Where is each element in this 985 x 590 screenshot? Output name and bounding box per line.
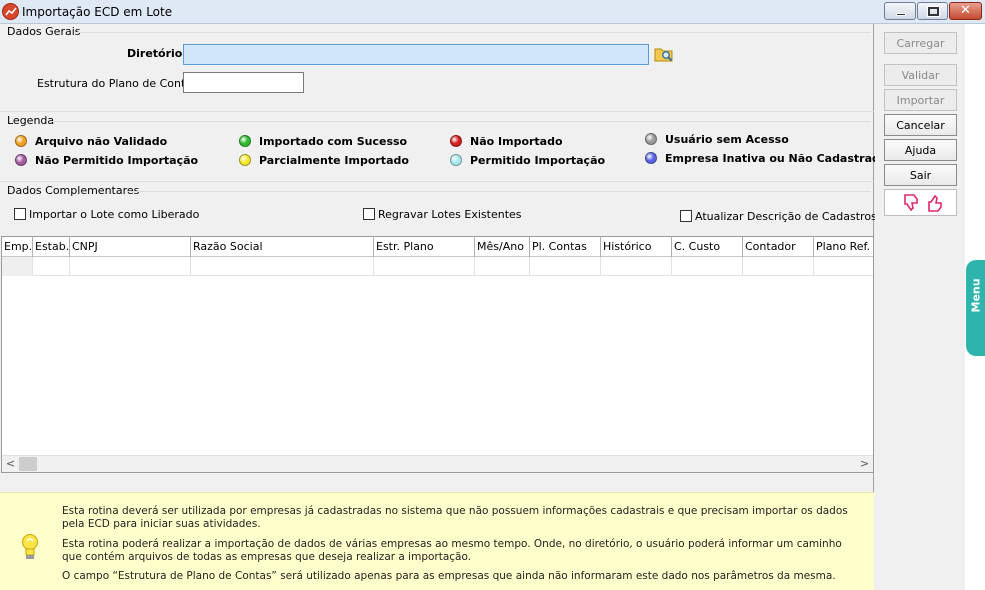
horizontal-scrollbar[interactable]: < >	[2, 455, 873, 472]
minimize-button[interactable]	[884, 2, 916, 20]
table-cell[interactable]	[814, 257, 873, 276]
column-header[interactable]: Plano Ref.	[814, 237, 873, 257]
divider	[52, 121, 871, 122]
column-header[interactable]: Estr. Plano	[374, 237, 475, 257]
title-bar: Importação ECD em Lote ✕	[0, 0, 985, 24]
status-dot-icon	[645, 133, 657, 145]
section-dados-gerais: Dados Gerais	[7, 25, 81, 38]
action-sidebar: Carregar Validar Importar Cancelar Ajuda…	[875, 24, 965, 590]
status-dot-icon	[450, 135, 462, 147]
feedback-panel	[884, 189, 957, 216]
diretorio-label: Diretório	[127, 47, 183, 60]
checkbox-regravar-lotes[interactable]: Regravar Lotes Existentes	[363, 208, 522, 221]
ajuda-button[interactable]: Ajuda	[884, 139, 957, 161]
legend-item: Importado com Sucesso	[239, 135, 407, 148]
scroll-right-icon[interactable]: >	[856, 456, 873, 472]
cancelar-button[interactable]: Cancelar	[884, 114, 957, 136]
table-cell[interactable]	[672, 257, 743, 276]
status-dot-icon	[239, 154, 251, 166]
column-header[interactable]: C. Custo	[672, 237, 743, 257]
grid-header: Emp. Estab. CNPJ Razão Social Estr. Plan…	[2, 237, 873, 257]
checkbox-icon[interactable]	[14, 208, 26, 220]
table-cell[interactable]	[191, 257, 374, 276]
row-indicator[interactable]	[2, 257, 33, 276]
scroll-thumb[interactable]	[19, 457, 37, 471]
carregar-button[interactable]: Carregar	[884, 32, 957, 54]
divider	[0, 111, 874, 112]
info-panel: Esta rotina deverá ser utilizada por emp…	[0, 492, 874, 590]
legend-item: Arquivo não Validado	[15, 135, 167, 148]
checkbox-atualizar-descricao[interactable]: Atualizar Descrição de Cadastros	[680, 210, 877, 223]
lotes-grid[interactable]: Emp. Estab. CNPJ Razão Social Estr. Plan…	[1, 236, 874, 473]
status-dot-icon	[450, 154, 462, 166]
info-text: Esta rotina poderá realizar a importação…	[62, 538, 842, 563]
lightbulb-icon	[22, 534, 38, 559]
checkbox-icon[interactable]	[680, 210, 692, 222]
table-cell[interactable]	[743, 257, 814, 276]
importar-button[interactable]: Importar	[884, 89, 957, 111]
main-panel: Dados Gerais Diretório Estrutura do Plan…	[0, 24, 887, 590]
app-logo-icon	[2, 3, 19, 20]
diretorio-input[interactable]	[183, 44, 649, 65]
column-header[interactable]: Emp.	[2, 237, 33, 257]
column-header[interactable]: Razão Social	[191, 237, 374, 257]
info-text: Esta rotina deverá ser utilizada por emp…	[62, 505, 848, 530]
menu-tab-label: Menu	[969, 278, 983, 313]
section-dados-complementares: Dados Complementares	[7, 184, 140, 197]
table-cell[interactable]	[530, 257, 601, 276]
status-dot-icon	[15, 154, 27, 166]
close-icon: ✕	[960, 3, 971, 18]
legend-item: Permitido Importação	[450, 154, 605, 167]
legend-item: Não Permitido Importação	[15, 154, 198, 167]
maximize-icon	[927, 6, 940, 17]
minimize-icon	[896, 13, 906, 16]
validar-button[interactable]: Validar	[884, 64, 957, 86]
close-button[interactable]: ✕	[949, 2, 982, 20]
divider	[75, 32, 871, 33]
estrutura-label: Estrutura do Plano de Contas	[37, 77, 198, 90]
column-header[interactable]: Histórico	[601, 237, 672, 257]
window-title: Importação ECD em Lote	[22, 5, 173, 19]
info-text: O campo “Estrutura de Plano de Contas” s…	[62, 570, 836, 582]
table-cell[interactable]	[70, 257, 191, 276]
divider	[0, 181, 874, 182]
checkbox-icon[interactable]	[363, 208, 375, 220]
column-header[interactable]: Pl. Contas	[530, 237, 601, 257]
menu-tab[interactable]: Menu	[966, 260, 985, 356]
thumbs-up-icon[interactable]	[927, 193, 947, 213]
divider	[127, 191, 871, 192]
folder-browse-icon[interactable]	[654, 45, 674, 63]
status-dot-icon	[645, 152, 657, 164]
column-header[interactable]: CNPJ	[70, 237, 191, 257]
maximize-button[interactable]	[917, 2, 948, 20]
scroll-left-icon[interactable]: <	[2, 456, 19, 472]
column-header[interactable]: Contador	[743, 237, 814, 257]
legend-item: Parcialmente Importado	[239, 154, 409, 167]
thumbs-down-icon[interactable]	[903, 193, 923, 213]
table-cell[interactable]	[374, 257, 475, 276]
legend-item: Empresa Inativa ou Não Cadastrada	[645, 152, 887, 165]
column-header[interactable]: Mês/Ano	[475, 237, 530, 257]
status-dot-icon	[239, 135, 251, 147]
table-cell[interactable]	[475, 257, 530, 276]
table-cell[interactable]	[601, 257, 672, 276]
table-row[interactable]	[2, 257, 873, 276]
legend-item: Usuário sem Acesso	[645, 133, 789, 146]
legend-item: Não Importado	[450, 135, 563, 148]
sair-button[interactable]: Sair	[884, 164, 957, 186]
status-dot-icon	[15, 135, 27, 147]
column-header[interactable]: Estab.	[33, 237, 70, 257]
checkbox-importar-liberado[interactable]: Importar o Lote como Liberado	[14, 208, 199, 221]
estrutura-plano-input[interactable]	[183, 72, 304, 93]
table-cell[interactable]	[33, 257, 70, 276]
section-legenda: Legenda	[7, 114, 55, 127]
